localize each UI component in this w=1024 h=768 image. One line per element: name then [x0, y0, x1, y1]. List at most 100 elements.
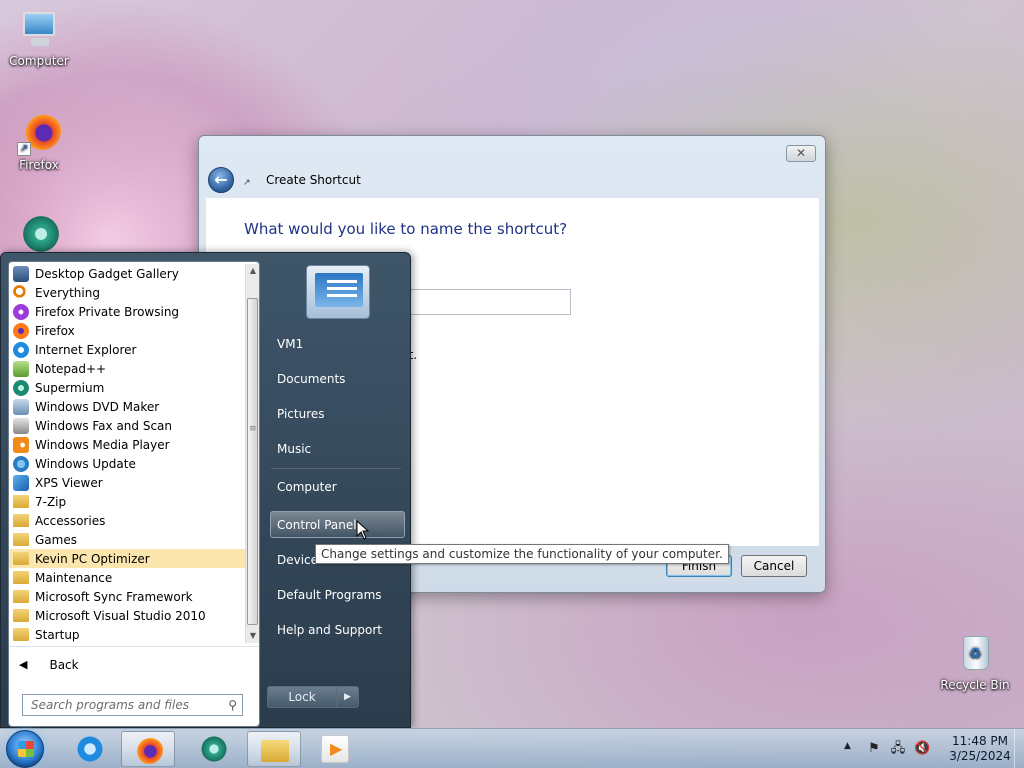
lock-button[interactable]: Lock ▶	[267, 686, 359, 708]
folder-7-zip[interactable]: 7-Zip	[9, 492, 245, 511]
everything-search-icon	[13, 284, 29, 301]
program-supermium[interactable]: Supermium	[9, 378, 245, 397]
program-label: Windows Fax and Scan	[35, 418, 173, 433]
program-label: Notepad++	[35, 361, 107, 376]
action-center-flag-icon[interactable]: ⚑	[866, 741, 882, 757]
scroll-down-arrow-icon[interactable]: ▼	[246, 629, 260, 643]
start-button[interactable]	[6, 730, 44, 768]
user-picture[interactable]	[306, 265, 370, 319]
program-label: Accessories	[35, 513, 106, 528]
folder-icon	[261, 740, 289, 762]
start-search-input[interactable]: Search programs and files ⚲	[22, 694, 243, 716]
folder-microsoft-sync-framework[interactable]: Microsoft Sync Framework	[9, 587, 245, 606]
desktop-icon-label: Computer	[9, 54, 69, 68]
separator	[271, 468, 401, 469]
show-desktop-button[interactable]	[1014, 729, 1024, 768]
program-internet-explorer[interactable]: Internet Explorer	[9, 340, 245, 359]
start-link-control-panel[interactable]: Control Panel	[277, 518, 357, 532]
folder-icon	[13, 495, 29, 508]
mouse-cursor-icon	[356, 519, 370, 540]
shortcut-wizard-icon: ↗	[243, 178, 251, 188]
program-windows-fax-and-scan[interactable]: Windows Fax and Scan	[9, 416, 245, 435]
program-everything[interactable]: Everything	[9, 283, 245, 302]
internet-explorer-icon	[13, 341, 29, 358]
media-player-icon	[321, 735, 349, 763]
desktop-icon-computer[interactable]: Computer	[3, 8, 75, 68]
dialog-title: Create Shortcut	[266, 173, 361, 187]
folder-icon	[13, 552, 29, 565]
back-label: Back	[49, 657, 79, 672]
back-button[interactable]: ◀ Back	[9, 646, 259, 682]
computer-icon	[17, 8, 61, 52]
start-link-help-and-support[interactable]: Help and Support	[277, 623, 382, 637]
scrollbar-thumb[interactable]	[247, 298, 258, 625]
taskbar-firefox[interactable]	[121, 731, 175, 767]
taskbar: ▲ ⚑ 🖧 🔇 11:48 PM 3/25/2024	[0, 728, 1024, 768]
firefox-icon	[135, 736, 163, 764]
start-link-default-programs[interactable]: Default Programs	[277, 588, 382, 602]
cancel-button[interactable]: Cancel	[741, 555, 807, 577]
folder-microsoft-visual-studio-2010[interactable]: Microsoft Visual Studio 2010	[9, 606, 245, 625]
folder-icon	[13, 590, 29, 603]
folder-icon	[13, 514, 29, 527]
show-hidden-icons-icon[interactable]: ▲	[844, 741, 851, 751]
clock[interactable]: 11:48 PM 3/25/2024	[944, 734, 1016, 764]
folder-icon	[13, 628, 29, 641]
desktop-icon-label: Recycle Bin	[940, 678, 1010, 692]
program-xps-viewer[interactable]: XPS Viewer	[9, 473, 245, 492]
program-label: Firefox	[35, 323, 75, 338]
program-label: XPS Viewer	[35, 475, 103, 490]
folder-accessories[interactable]: Accessories	[9, 511, 245, 530]
lock-options-arrow-icon[interactable]: ▶	[336, 687, 358, 707]
programs-scrollbar[interactable]: ▲ ≡ ▼	[245, 264, 259, 643]
notification-area: ▲ ⚑ 🖧 🔇 11:48 PM 3/25/2024	[840, 729, 1024, 768]
program-label: Firefox Private Browsing	[35, 304, 180, 319]
program-windows-update[interactable]: Windows Update	[9, 454, 245, 473]
supermium-icon	[13, 379, 29, 396]
taskbar-internet-explorer[interactable]	[63, 731, 117, 767]
windows-logo-icon	[18, 741, 34, 757]
windows-update-icon	[13, 455, 29, 472]
scroll-up-arrow-icon[interactable]: ▲	[246, 264, 260, 278]
desktop-icon-firefox[interactable]: ↗ Firefox	[3, 112, 75, 172]
fax-scan-icon	[13, 417, 29, 434]
program-label: Windows Media Player	[35, 437, 170, 452]
start-menu: Desktop Gadget Gallery Everything Firefo…	[0, 252, 411, 728]
clock-date: 3/25/2024	[949, 749, 1011, 763]
notepad-plus-plus-icon	[13, 360, 29, 377]
start-link-music[interactable]: Music	[277, 442, 311, 456]
taskbar-supermium[interactable]	[187, 731, 241, 767]
program-notepad-plus-plus[interactable]: Notepad++	[9, 359, 245, 378]
program-label: Microsoft Sync Framework	[35, 589, 193, 604]
program-firefox[interactable]: Firefox	[9, 321, 245, 340]
lock-label: Lock	[288, 690, 316, 704]
program-windows-media-player[interactable]: Windows Media Player	[9, 435, 245, 454]
taskbar-windows-explorer[interactable]	[247, 731, 301, 767]
desktop-icon-recycle-bin[interactable]: ♻ Recycle Bin	[939, 632, 1011, 692]
folder-games[interactable]: Games	[9, 530, 245, 549]
folder-icon	[13, 533, 29, 546]
volume-muted-icon[interactable]: 🔇	[914, 741, 930, 757]
folder-startup[interactable]: Startup	[9, 625, 245, 644]
program-label: Windows Update	[35, 456, 136, 471]
folder-maintenance[interactable]: Maintenance	[9, 568, 245, 587]
program-firefox-private-browsing[interactable]: Firefox Private Browsing	[9, 302, 245, 321]
network-icon[interactable]: 🖧	[890, 741, 906, 757]
program-label: Games	[35, 532, 77, 547]
dialog-heading: What would you like to name the shortcut…	[244, 220, 568, 238]
start-link-computer[interactable]: Computer	[277, 480, 337, 494]
program-desktop-gadget-gallery[interactable]: Desktop Gadget Gallery	[9, 264, 245, 283]
program-label: 7-Zip	[35, 494, 67, 509]
back-arrow-icon[interactable]: ←	[208, 167, 234, 193]
start-link-user[interactable]: VM1	[277, 337, 303, 351]
program-windows-dvd-maker[interactable]: Windows DVD Maker	[9, 397, 245, 416]
start-link-documents[interactable]: Documents	[277, 372, 345, 386]
start-link-pictures[interactable]: Pictures	[277, 407, 325, 421]
folder-kevin-pc-optimizer[interactable]: Kevin PC Optimizer	[9, 549, 245, 568]
xps-viewer-icon	[13, 474, 29, 491]
taskbar-windows-media-player[interactable]	[308, 731, 362, 767]
search-placeholder: Search programs and files	[31, 698, 189, 712]
program-label: Microsoft Visual Studio 2010	[35, 608, 206, 623]
shortcut-name-input[interactable]	[401, 289, 571, 315]
close-button[interactable]: ✕	[786, 145, 816, 162]
